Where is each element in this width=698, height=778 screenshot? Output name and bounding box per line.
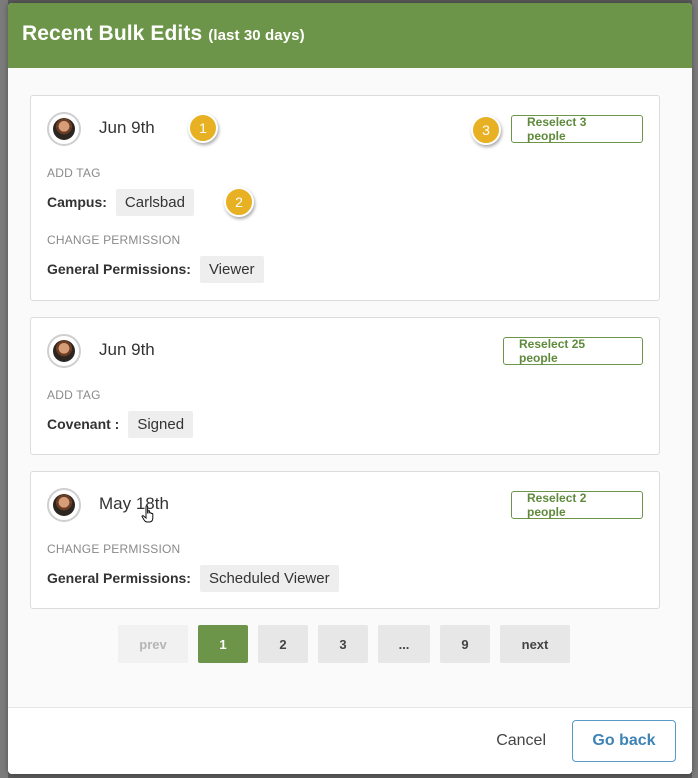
user-avatar	[47, 334, 81, 368]
backdrop-left	[0, 0, 8, 778]
bulk-edit-card: Jun 9th Reselect 25 people ADD TAG Coven…	[30, 317, 660, 455]
section-label: CHANGE PERMISSION	[47, 542, 181, 556]
user-avatar	[47, 112, 81, 146]
edit-date: Jun 9th	[99, 340, 155, 359]
prev-page-button[interactable]: prev	[118, 625, 188, 663]
bulk-edits-modal: Recent Bulk Edits (last 30 days) Jun 9th …	[8, 3, 692, 774]
field-row: Campus: Carlsbad	[47, 188, 194, 216]
callout-marker-3: 3	[471, 115, 501, 145]
edit-date: Jun 9th	[99, 118, 155, 137]
section-label: ADD TAG	[47, 166, 101, 180]
field-key: Covenant :	[47, 416, 120, 432]
user-avatar	[47, 488, 81, 522]
backdrop-right	[692, 0, 698, 778]
page-button-1[interactable]: 1	[198, 625, 248, 663]
next-page-button[interactable]: next	[500, 625, 570, 663]
field-value-pill: Scheduled Viewer	[199, 564, 339, 592]
section-label: CHANGE PERMISSION	[47, 233, 181, 247]
modal-title: Recent Bulk Edits (last 30 days)	[22, 22, 305, 46]
avatar-face	[53, 118, 75, 140]
avatar-face	[53, 340, 75, 362]
page-ellipsis-button[interactable]: ...	[378, 625, 430, 663]
modal-body: Jun 9th Reselect 3 people ADD TAG Campus…	[8, 68, 692, 708]
bulk-edit-card: May 18th Reselect 2 people CHANGE PERMIS…	[30, 471, 660, 609]
modal-title-text: Recent Bulk Edits	[22, 22, 203, 45]
page-button-9[interactable]: 9	[440, 625, 490, 663]
field-row: Covenant : Signed	[47, 410, 194, 438]
hand-pointer-icon	[141, 505, 154, 523]
bulk-edit-card: Jun 9th Reselect 3 people ADD TAG Campus…	[30, 95, 660, 301]
field-row: General Permissions: Viewer	[47, 255, 264, 283]
reselect-people-button[interactable]: Reselect 2 people	[511, 491, 643, 519]
modal-subtitle: (last 30 days)	[208, 27, 305, 44]
reselect-people-button[interactable]: Reselect 25 people	[503, 337, 643, 365]
go-back-button[interactable]: Go back	[572, 720, 676, 762]
callout-marker-2: 2	[224, 187, 254, 217]
page-button-3[interactable]: 3	[318, 625, 368, 663]
field-value-pill: Viewer	[199, 255, 264, 283]
card-header: May 18th Reselect 2 people	[47, 488, 643, 522]
field-value-pill: Signed	[128, 410, 194, 438]
cancel-button[interactable]: Cancel	[496, 732, 546, 750]
card-header: Jun 9th Reselect 25 people	[47, 334, 643, 368]
field-value-pill: Carlsbad	[115, 188, 194, 216]
card-header: Jun 9th Reselect 3 people	[47, 112, 643, 146]
modal-header: Recent Bulk Edits (last 30 days)	[8, 3, 692, 68]
field-row: General Permissions: Scheduled Viewer	[47, 564, 339, 592]
field-key: General Permissions:	[47, 261, 191, 277]
avatar-face	[53, 494, 75, 516]
pagination: prev 1 2 3 ... 9 next	[118, 625, 570, 665]
field-key: General Permissions:	[47, 570, 191, 586]
reselect-people-button[interactable]: Reselect 3 people	[511, 115, 643, 143]
modal-footer: Cancel Go back	[8, 707, 692, 774]
page-button-2[interactable]: 2	[258, 625, 308, 663]
callout-marker-1: 1	[188, 113, 218, 143]
edit-date: May 18th	[99, 494, 169, 513]
field-key: Campus:	[47, 194, 107, 210]
section-label: ADD TAG	[47, 388, 101, 402]
